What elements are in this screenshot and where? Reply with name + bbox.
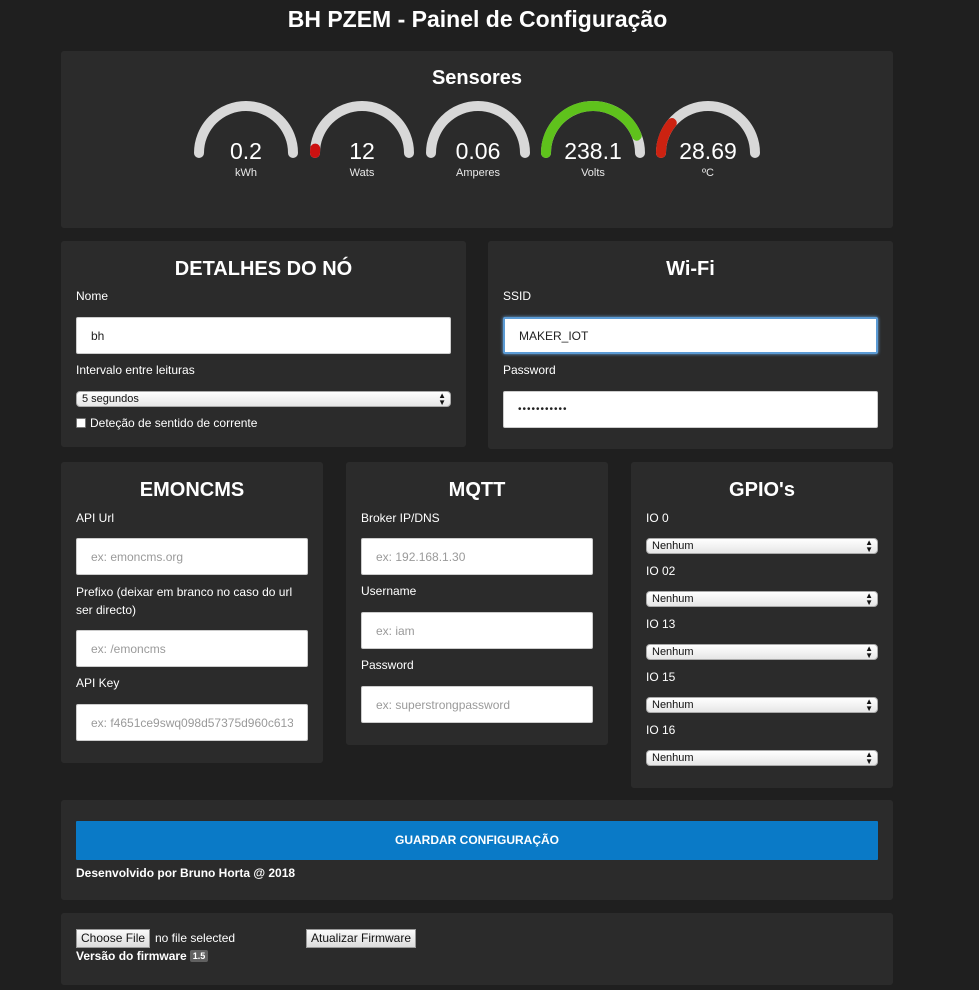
api-url-input[interactable] [76, 538, 308, 575]
api-key-input[interactable] [76, 704, 308, 741]
gauge-temperature: 28.69 ºC [655, 100, 761, 190]
gauge-power: 12 Wats [309, 100, 415, 190]
ssid-label: SSID [503, 289, 532, 303]
gpio-title: GPIO's [729, 479, 795, 501]
gauge-power-unit: Wats [349, 167, 375, 179]
gpio-select-16[interactable]: Nenhum ▲ ▼ [646, 750, 878, 766]
gpio-select-13-value: Nenhum [652, 646, 694, 658]
gpio-label-15: IO 15 [646, 670, 676, 684]
firmware-version-label: Versão do firmware [76, 949, 187, 963]
broker-input[interactable] [361, 538, 593, 575]
emoncms-title: EMONCMS [139, 479, 245, 501]
gpio-select-15[interactable]: Nenhum ▲ ▼ [646, 697, 878, 713]
gpio-label-16: IO 16 [646, 723, 676, 737]
mqtt-panel: MQTT Broker IP/DNS Username Password [346, 462, 608, 745]
api-url-label: API Url [76, 511, 115, 525]
prefix-input[interactable] [76, 630, 308, 667]
gauge-voltage: 238.1 Volts [540, 100, 646, 190]
prefix-label: Prefixo (deixar em branco no caso do url… [76, 585, 293, 617]
select-arrows-icon: ▲ ▼ [865, 591, 873, 607]
gpio-select-0[interactable]: Nenhum ▲ ▼ [646, 538, 878, 554]
select-arrows-icon: ▲ ▼ [865, 750, 873, 766]
select-arrows-icon: ▲ ▼ [865, 538, 873, 554]
mqtt-password-input[interactable] [361, 686, 593, 723]
emoncms-panel: EMONCMS API Url Prefixo (deixar em branc… [61, 462, 323, 763]
gpio-select-2[interactable]: Nenhum ▲ ▼ [646, 591, 878, 607]
interval-select[interactable]: 5 segundos ▲ ▼ [76, 391, 451, 407]
gauge-current-unit: Amperes [455, 167, 501, 179]
api-key-label: API Key [76, 676, 120, 690]
select-arrows-icon: ▲ ▼ [865, 644, 873, 660]
firmware-version: Versão do firmware 1.5 [76, 949, 209, 963]
gauge-power-value: 12 [349, 138, 375, 164]
wifi-password-label: Password [503, 363, 556, 377]
page-title: BH PZEM - Painel de Configuração [287, 6, 668, 32]
mqtt-title: MQTT [448, 479, 506, 501]
gauge-energy: 0.2 kWh [193, 100, 299, 190]
mqtt-password-label: Password [361, 658, 414, 672]
gpio-select-15-value: Nenhum [652, 699, 694, 711]
update-firmware-button[interactable]: Atualizar Firmware [306, 929, 417, 948]
select-arrows-icon: ▲ ▼ [865, 697, 873, 713]
ssid-input[interactable] [503, 317, 878, 354]
gpio-select-0-value: Nenhum [652, 540, 694, 552]
gauge-energy-value: 0.2 [230, 138, 262, 164]
broker-label: Broker IP/DNS [361, 511, 440, 525]
sensors-title: Sensores [431, 67, 523, 89]
gpio-label-2: IO 02 [646, 564, 676, 578]
gpio-label-13: IO 13 [646, 617, 676, 631]
gauge-temperature-value: 28.69 [679, 138, 737, 164]
gpio-label-0: IO 0 [646, 511, 669, 525]
node-panel: DETALHES DO NÓ Nome Intervalo entre leit… [61, 241, 466, 447]
mqtt-username-input[interactable] [361, 612, 593, 649]
direction-checkbox[interactable] [76, 418, 86, 428]
node-title: DETALHES DO NÓ [174, 258, 353, 280]
interval-label: Intervalo entre leituras [76, 363, 195, 377]
gpio-select-16-value: Nenhum [652, 752, 694, 764]
gauge-temperature-unit: ºC [702, 167, 714, 179]
direction-label: Deteção de sentido de corrente [90, 416, 258, 430]
developer-credit: Desenvolvido por Bruno Horta @ 2018 [76, 866, 296, 880]
gpio-select-2-value: Nenhum [652, 593, 694, 605]
wifi-title: Wi-Fi [666, 258, 715, 280]
node-name-label: Nome [76, 289, 109, 303]
save-config-button[interactable]: GUARDAR CONFIGURAÇÃO [76, 821, 878, 860]
node-name-input[interactable] [76, 317, 451, 354]
firmware-version-badge: 1.5 [189, 950, 209, 962]
choose-file-button[interactable]: Choose File [76, 929, 151, 948]
mqtt-username-label: Username [361, 584, 417, 598]
wifi-panel: Wi-Fi SSID Password [488, 241, 893, 449]
gpio-select-13[interactable]: Nenhum ▲ ▼ [646, 644, 878, 660]
gauge-current-value: 0.06 [455, 138, 501, 164]
select-arrows-icon: ▲ ▼ [438, 391, 446, 407]
gauge-current: 0.06 Amperes [425, 100, 531, 190]
interval-select-value: 5 segundos [82, 393, 139, 405]
no-file-text: no file selected [155, 931, 236, 945]
gauge-voltage-unit: Volts [581, 167, 605, 179]
gpio-panel: GPIO's IO 0 Nenhum ▲ ▼ IO 02 Nenhum ▲ ▼ IO… [631, 462, 893, 788]
gauge-voltage-value: 238.1 [564, 138, 622, 164]
wifi-password-input[interactable] [503, 391, 878, 428]
gauge-energy-unit: kWh [235, 167, 257, 179]
